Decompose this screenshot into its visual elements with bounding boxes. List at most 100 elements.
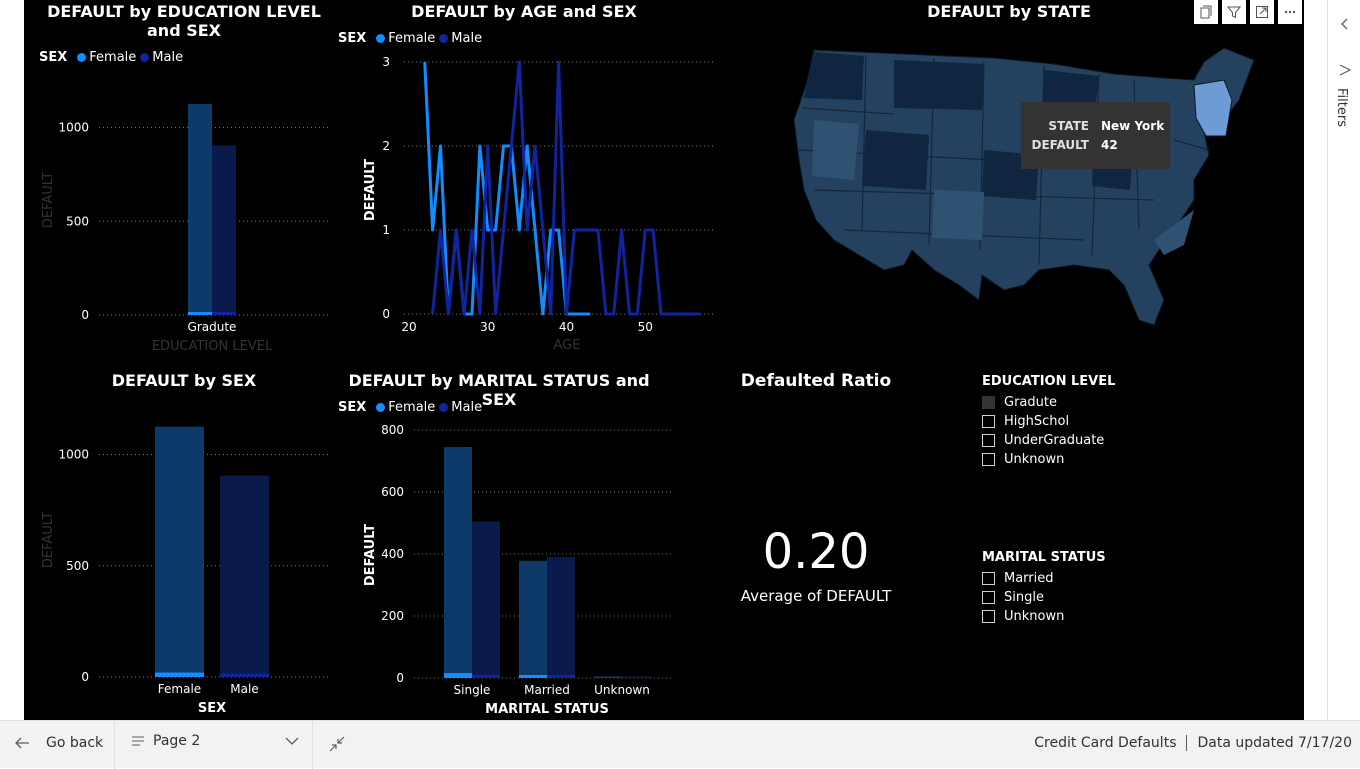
filter-funnel-icon[interactable] (1337, 62, 1353, 78)
x-tick-label: Unknown (594, 683, 650, 697)
bar-unknown-male (622, 676, 650, 678)
checkbox-icon[interactable] (982, 453, 995, 466)
go-back-button[interactable]: Go back (12, 733, 103, 753)
chevron-down-icon (285, 737, 299, 745)
y-tick-label: 1000 (58, 448, 89, 462)
checkbox-icon[interactable] (982, 610, 995, 623)
edu-slicer-item-highschol[interactable]: HighSchol (982, 414, 1069, 429)
expand-filters-chevron-icon[interactable] (1337, 16, 1353, 32)
bar-highlight-female (188, 312, 212, 315)
sex-chart-title: DEFAULT by SEX (111, 371, 257, 390)
kpi-label: Average of DEFAULT (740, 587, 892, 605)
bar-female (188, 104, 212, 315)
y-tick-label: 500 (66, 214, 89, 228)
slicer-item-label: UnderGraduate (1004, 433, 1105, 448)
age-chart-plot[interactable]: 01232030405060AGEDEFAULT (334, 50, 714, 360)
bar-unknown-female (594, 676, 622, 678)
marital-chart-plot[interactable]: 0 200 400 600 800 Single Married Unknown MARITAL… (334, 420, 674, 720)
report-name: Credit Card Defaults (1034, 735, 1177, 751)
bar-highlight-single-female (444, 673, 472, 678)
x-tick-label: 20 (401, 320, 416, 334)
y-tick-label: 800 (381, 423, 404, 437)
checkbox-icon[interactable] (982, 415, 995, 428)
bar-male (212, 145, 236, 315)
bar-highlight-male (212, 312, 236, 315)
male-legend-dot-icon (439, 403, 449, 412)
visual-header (1194, 0, 1304, 26)
y-tick-label: 3 (382, 55, 390, 69)
tooltip-state-label: STATE (1048, 119, 1089, 133)
bar-highlight-male (220, 673, 269, 677)
footer-divider (312, 721, 313, 769)
y-tick-label: 400 (381, 547, 404, 561)
edu-legend-title: SEX (39, 50, 68, 65)
x-axis-title: EDUCATION LEVEL (152, 339, 273, 354)
x-axis-title: MARITAL STATUS (485, 702, 609, 717)
x-tick-label: Married (524, 683, 570, 697)
focus-mode-icon[interactable] (1250, 0, 1274, 24)
slicer-item-label: Single (1004, 590, 1044, 605)
age-legend-male[interactable]: Male (451, 31, 482, 46)
checkbox-icon[interactable] (982, 396, 995, 409)
collapse-icon[interactable] (328, 735, 346, 753)
page-selector[interactable]: Page 2 (130, 733, 300, 749)
age-legend-female[interactable]: Female (388, 31, 435, 46)
kpi-value: 0.20 (762, 524, 870, 580)
footer-divider (114, 721, 115, 769)
go-back-label: Go back (46, 735, 104, 751)
edu-legend-male[interactable]: Male (152, 50, 183, 65)
y-tick-label: 1000 (58, 121, 89, 135)
marital-legend-title: SEX (338, 400, 367, 415)
more-options-icon[interactable] (1278, 0, 1302, 24)
bar-single-female (444, 447, 472, 678)
female-legend-dot-icon (376, 34, 386, 43)
slicer-item-label: Unknown (1004, 609, 1065, 624)
y-axis-title: DEFAULT (363, 524, 378, 586)
y-tick-label: 0 (81, 670, 89, 684)
edu-legend-female[interactable]: Female (89, 50, 136, 65)
checkbox-icon[interactable] (982, 434, 995, 447)
bar-female (155, 426, 204, 677)
checkbox-icon[interactable] (982, 591, 995, 604)
bar-highlight-female (155, 672, 204, 677)
marital-slicer-item-single[interactable]: Single (982, 590, 1044, 605)
marital-slicer-title: MARITAL STATUS (982, 550, 1106, 565)
bar-married-male (547, 557, 575, 678)
us-state-map[interactable] (754, 40, 1264, 340)
x-tick-label: 30 (480, 320, 495, 334)
x-tick-label: 50 (638, 320, 653, 334)
tooltip-default-label: DEFAULT (1031, 138, 1090, 152)
edu-slicer-item-gradute[interactable]: Gradute (982, 395, 1057, 410)
map-title: DEFAULT by STATE (927, 2, 1091, 21)
edu-slicer-item-undergraduate[interactable]: UnderGraduate (982, 433, 1104, 448)
filter-icon[interactable] (1222, 0, 1246, 24)
marital-slicer-item-unknown[interactable]: Unknown (982, 609, 1064, 624)
male-legend-dot-icon (140, 53, 150, 62)
footer-bar: Go back Page 2 Credit Card Defaults Data… (0, 720, 1360, 769)
bar-highlight-married-male (547, 675, 575, 678)
edu-chart-legend: SEX Female Male (39, 50, 183, 65)
page-selector-label: Page 2 (153, 733, 201, 749)
x-tick-label: Male (230, 682, 258, 696)
bar-highlight-single-male (472, 674, 500, 678)
filters-pane: Filters (1304, 0, 1360, 720)
y-tick-label: 500 (66, 559, 89, 573)
status-separator (1186, 735, 1188, 751)
x-axis-title: AGE (554, 338, 581, 353)
filters-label[interactable]: Filters (1334, 88, 1349, 127)
marital-slicer-item-married[interactable]: Married (982, 571, 1054, 586)
copy-visual-icon[interactable] (1194, 0, 1218, 24)
sex-chart-plot[interactable]: 0 500 1000 Female Male SEX DEFAULT (24, 400, 334, 720)
edu-slicer-item-unknown[interactable]: Unknown (982, 452, 1064, 467)
y-tick-label: 200 (381, 609, 404, 623)
marital-legend-female[interactable]: Female (388, 400, 435, 415)
checkbox-icon[interactable] (982, 572, 995, 585)
kpi-title: Defaulted Ratio (740, 371, 892, 391)
age-chart-title: DEFAULT by AGE and SEX (411, 2, 637, 21)
marital-legend-male[interactable]: Male (451, 400, 482, 415)
bar-single-male (472, 521, 500, 678)
y-tick-label: 600 (381, 485, 404, 499)
bar-married-female (519, 560, 547, 678)
y-tick-label: 0 (382, 307, 390, 321)
edu-chart-plot[interactable]: 0 500 1000 Gradute EDUCATION LEVEL DEFAULT (24, 70, 334, 360)
